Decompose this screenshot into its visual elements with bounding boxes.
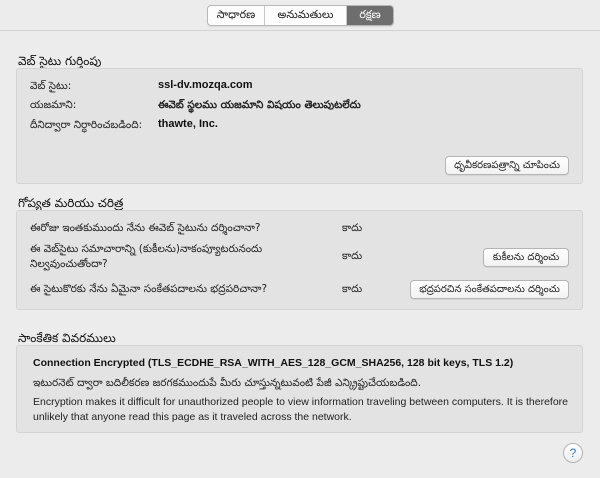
tab-general[interactable]: సాధారణ bbox=[208, 6, 265, 25]
encryption-note-telugu: ఇటురనెట్ ద్వారా బదిలీకరణ జరగకముందుపే మీర… bbox=[33, 377, 422, 389]
verifier-value: thawte, Inc. bbox=[158, 118, 218, 130]
tab-permissions[interactable]: అనుమతులు bbox=[265, 6, 347, 25]
visited-answer: కాదు bbox=[342, 222, 363, 234]
owner-label: యజమాని: bbox=[30, 99, 77, 111]
visited-question: ఈరోజు ఇంతకుముందు నేను ఈవెబ్ సైటును దర్శి… bbox=[30, 222, 261, 234]
passwords-answer: కాదు bbox=[342, 283, 363, 295]
help-button[interactable]: ? bbox=[563, 443, 583, 463]
view-cookies-button[interactable]: కుకీలను దర్శించు bbox=[483, 248, 569, 267]
tab-security[interactable]: రక్షణ bbox=[347, 6, 393, 25]
passwords-question: ఈ సైటుకొరకు నేను ఏమైనా సంకేతపదాలను భద్రప… bbox=[30, 283, 268, 295]
encryption-explanation: Encryption makes it difficult for unauth… bbox=[33, 396, 568, 423]
website-identity-box: వెబ్ సైటు: ssl-dv.mozqa.com యజమాని: ఈవెబ… bbox=[16, 68, 583, 184]
technical-details-box: Connection Encrypted (TLS_ECDHE_RSA_WITH… bbox=[16, 345, 583, 433]
cookies-answer: కాదు bbox=[342, 250, 363, 262]
tab-bar: సాధారణ అనుమతులు రక్షణ bbox=[207, 5, 394, 26]
site-label: వెబ్ సైటు: bbox=[30, 80, 72, 92]
privacy-history-box: ఈరోజు ఇంతకుముందు నేను ఈవెబ్ సైటును దర్శి… bbox=[16, 210, 583, 310]
site-value: ssl-dv.mozqa.com bbox=[158, 79, 253, 91]
view-saved-passwords-button[interactable]: భద్రపరచిన సంకేతపదాలను దర్శించు bbox=[410, 280, 569, 299]
header-divider bbox=[0, 30, 600, 31]
cookies-question: ఈ వెబ్‌సైటు సమాచారాన్ని (కుకీలను)నాకంప్య… bbox=[30, 243, 263, 270]
verifier-label: దీనిద్వారా నిర్ధారించబడింది: bbox=[30, 119, 143, 131]
connection-status: Connection Encrypted (TLS_ECDHE_RSA_WITH… bbox=[33, 357, 514, 369]
view-certificate-button[interactable]: ధృవీకరణపత్రాన్ని చూపించు bbox=[445, 156, 569, 175]
owner-value: ఈవెబ్ స్థలము యజమాని విషయం తెలుపుటలేదు bbox=[158, 99, 361, 111]
